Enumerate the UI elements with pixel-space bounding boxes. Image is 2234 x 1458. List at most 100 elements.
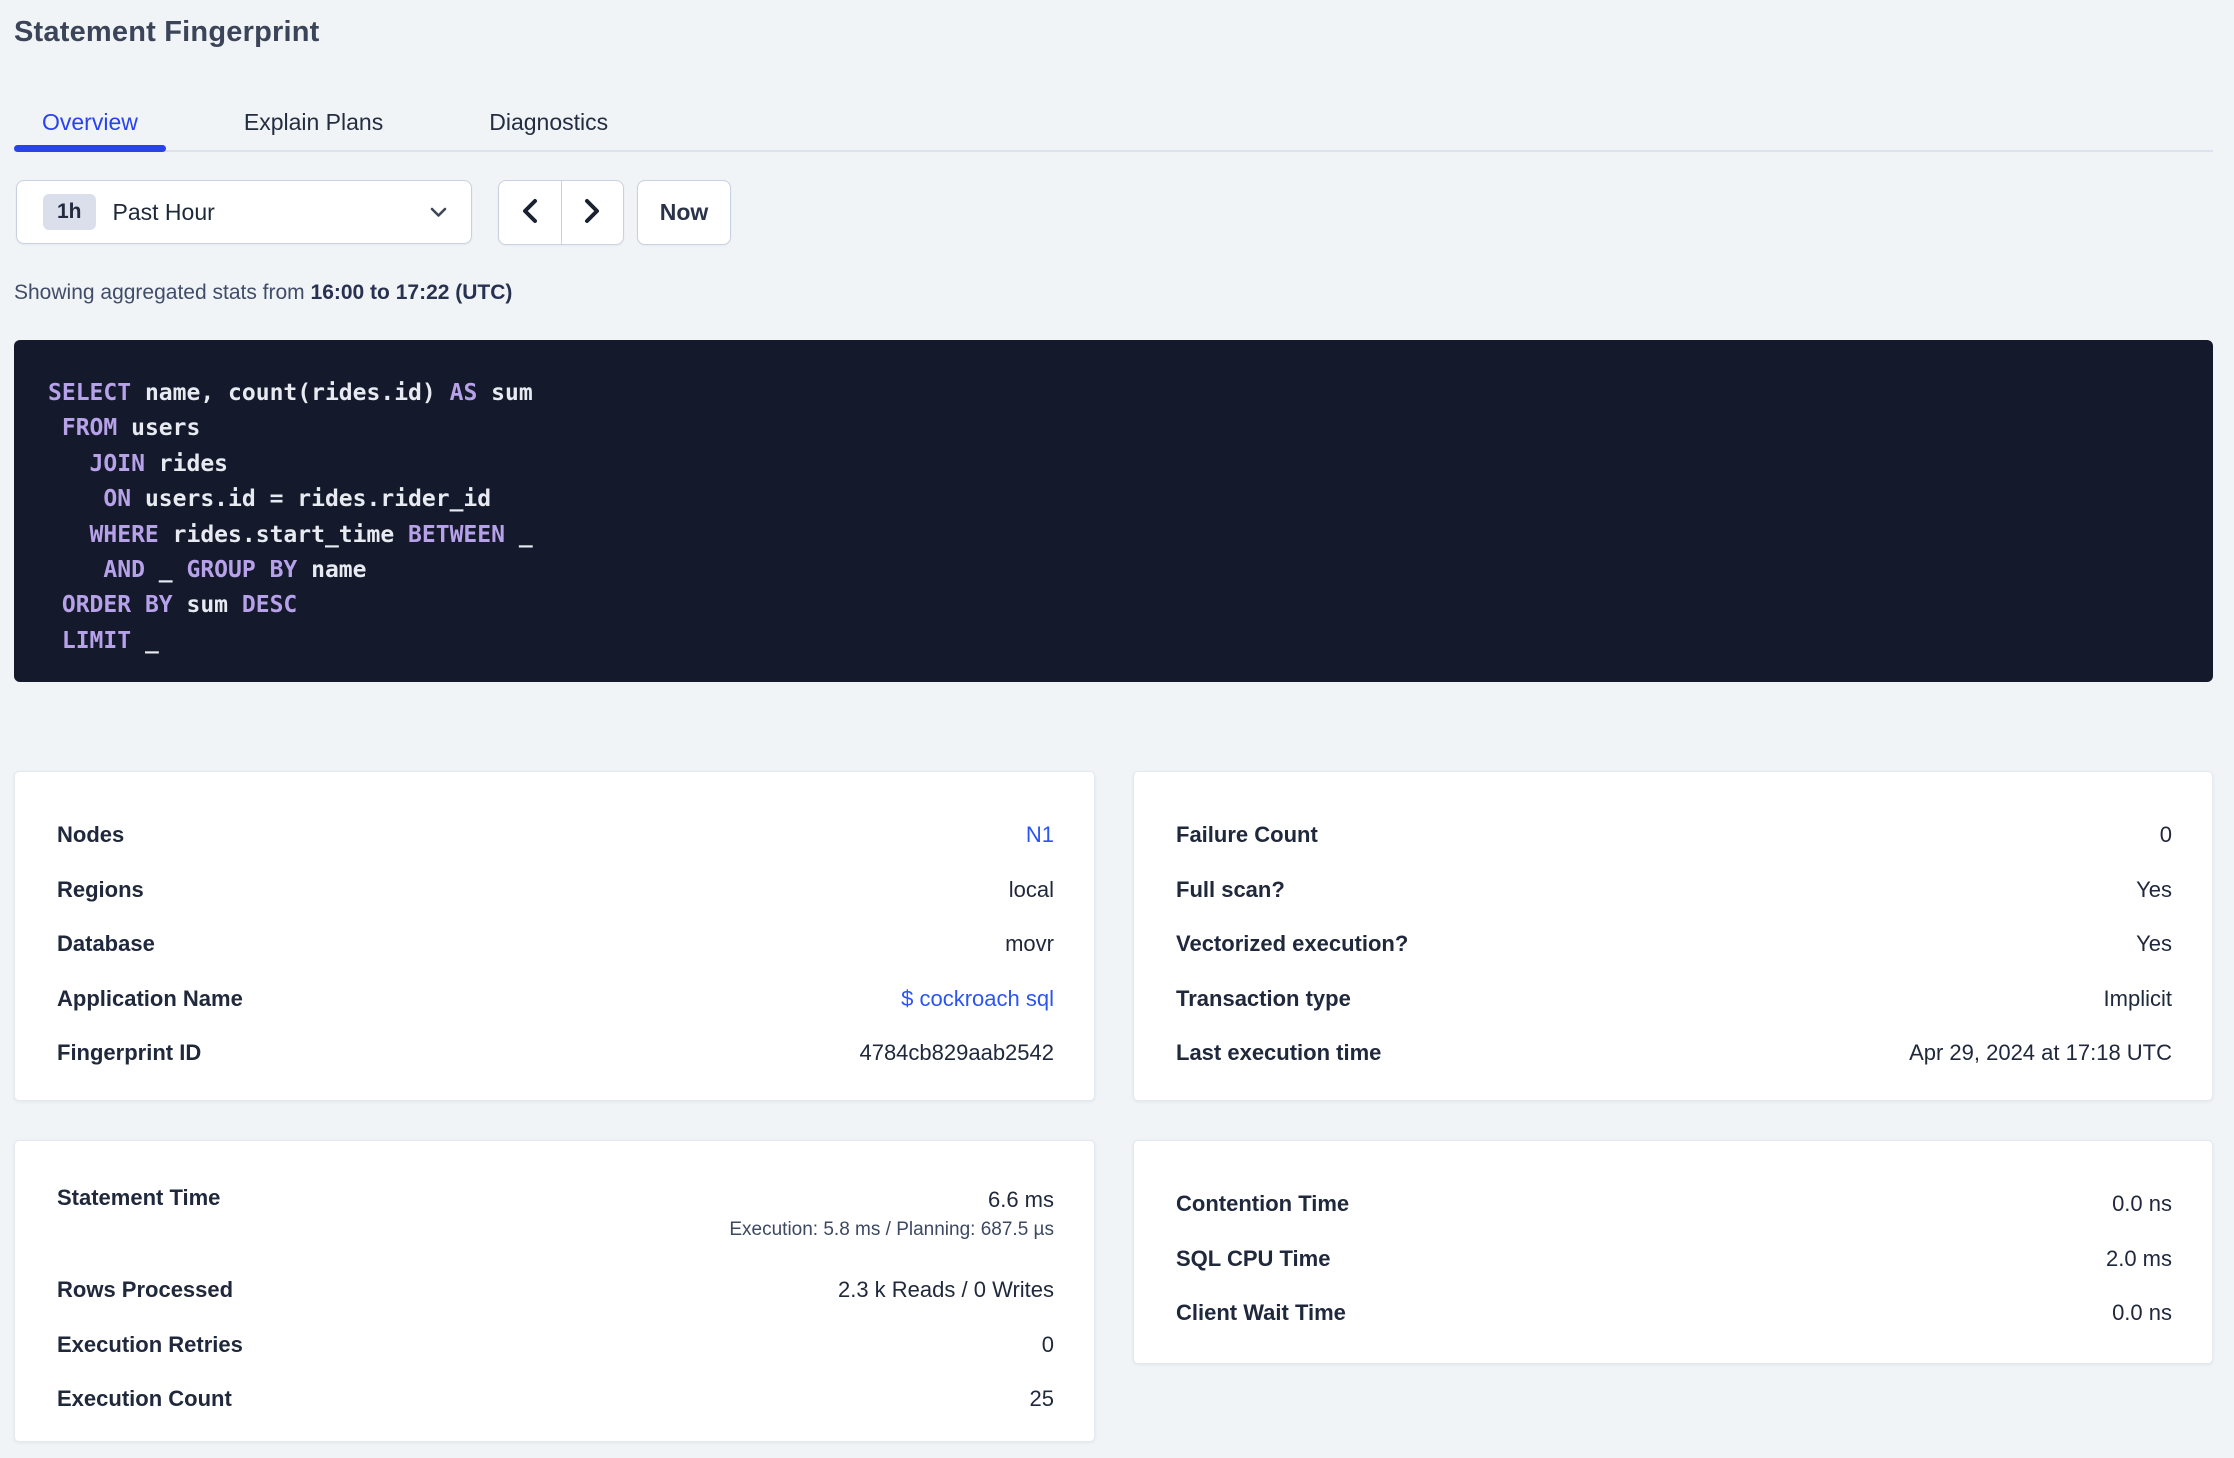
row-value: 2.0 ms: [2105, 1245, 2172, 1271]
previous-time-interval-button[interactable]: [499, 181, 562, 244]
sql-token-keyword: FROM: [61, 415, 118, 442]
summary-row: Vectorized execution? Yes: [1176, 917, 2172, 972]
row-label: Last execution time: [1176, 1040, 1382, 1066]
row-value: 2.3 k Reads / 0 Writes: [837, 1277, 1054, 1303]
sql-token-keyword: BETWEEN: [408, 521, 505, 548]
sql-line: JOIN rides: [48, 447, 2179, 482]
row-label: Regions: [57, 876, 144, 902]
statement-details-card: Nodes N1 Regions local Database movr Applicati…: [14, 771, 1095, 1101]
summary-row: Last execution time Apr 29, 2024 at 17:18…: [1176, 1026, 2172, 1081]
summary-row: Fingerprint ID 4784cb829aab2542: [57, 1026, 1054, 1081]
sql-token-text: sum: [477, 380, 533, 406]
sql-line: FROM users: [48, 411, 2179, 446]
sql-token-text: [48, 415, 62, 441]
sql-token-text: sum: [172, 592, 242, 619]
chevron-right-icon: [581, 196, 603, 229]
sql-token-keyword: GROUP BY: [186, 557, 298, 584]
next-time-interval-button[interactable]: [562, 181, 624, 244]
sql-token-keyword: ORDER BY: [61, 592, 173, 619]
sql-token-keyword: SELECT: [48, 380, 132, 406]
app-name-link[interactable]: $ cockroach sql: [901, 986, 1054, 1012]
sql-token-text: [48, 628, 62, 654]
time-range-badge: 1h: [43, 194, 96, 230]
summary-row: Rows Processed 2.3 k Reads / 0 Writes: [57, 1263, 1054, 1318]
time-interval-arrows: [498, 180, 624, 245]
row-value: 0.0 ns: [2112, 1191, 2172, 1217]
row-value: 6.6 ms: [987, 1187, 1054, 1212]
row-label: Transaction type: [1176, 985, 1351, 1011]
sql-token-text: [48, 557, 103, 583]
row-label: Rows Processed: [57, 1277, 234, 1303]
row-label: Database: [57, 931, 155, 957]
chevron-down-icon: [430, 207, 447, 218]
summary-row: Database movr: [57, 917, 1054, 972]
nodes-link[interactable]: N1: [1026, 822, 1054, 848]
sql-line: WHERE rides.start_time BETWEEN _: [48, 518, 2179, 553]
row-value: 4784cb829aab2542: [859, 1040, 1054, 1066]
tab-overview[interactable]: Overview: [14, 96, 166, 152]
summary-row: Execution Count 25: [57, 1372, 1054, 1427]
sql-statement-box: SELECT name, count(rides.id) AS sum FROM…: [14, 340, 2213, 682]
execution-attributes-card: Failure Count 0 Full scan? Yes Vectorized ex…: [1133, 771, 2213, 1101]
sql-line: LIMIT _: [48, 624, 2179, 659]
row-label: Execution Count: [57, 1386, 232, 1412]
sql-token-text: [48, 486, 103, 512]
row-label: Statement Time: [57, 1185, 221, 1210]
sql-token-text: name: [297, 557, 367, 584]
aggregated-stats-text: Showing aggregated stats from 16:00 to 1…: [14, 281, 512, 305]
row-label: Full scan?: [1176, 876, 1285, 902]
row-value: local: [1008, 876, 1054, 902]
wait-time-card: Contention Time 0.0 ns SQL CPU Time 2.0 ms C…: [1133, 1140, 2213, 1364]
row-label: Application Name: [57, 985, 243, 1011]
aggregated-stats-prefix: Showing aggregated stats from: [14, 281, 311, 304]
row-value: 0: [2159, 822, 2172, 848]
sql-token-text: rides.start_time: [158, 521, 409, 548]
row-label: Fingerprint ID: [57, 1040, 202, 1066]
row-value: Implicit: [2103, 985, 2172, 1011]
sql-token-text: rides: [144, 450, 229, 477]
summary-row: Failure Count 0: [1176, 808, 2172, 863]
sql-token-text: [48, 522, 90, 548]
summary-row: Regions local: [57, 863, 1054, 918]
sql-token-text: _: [131, 627, 159, 654]
sql-token-text: _: [504, 521, 533, 548]
statement-timing-card: Statement Time 6.6 ms Execution: 5.8 ms / …: [14, 1140, 1095, 1442]
now-button[interactable]: Now: [637, 180, 731, 245]
sql-token-text: users.id = rides.rider_id: [131, 486, 492, 513]
sql-token-keyword: AND: [103, 557, 145, 584]
sql-token-text: _: [144, 557, 187, 584]
tab-bar: Overview Explain Plans Diagnostics: [14, 96, 2213, 152]
sql-line: SELECT name, count(rides.id) AS sum: [48, 376, 2179, 411]
summary-row: Execution Retries 0: [57, 1318, 1054, 1373]
row-label: Client Wait Time: [1176, 1300, 1346, 1326]
sql-token-keyword: AS: [449, 380, 478, 406]
sql-token-keyword: ON: [103, 486, 132, 513]
aggregated-stats-range: 16:00 to 17:22 (UTC): [310, 281, 513, 304]
sql-token-keyword: LIMIT: [61, 627, 132, 654]
row-label: Nodes: [57, 822, 125, 848]
row-value: 25: [1029, 1386, 1054, 1412]
sql-token-text: [48, 592, 62, 618]
tab-explain-plans[interactable]: Explain Plans: [216, 96, 411, 150]
summary-row: Full scan? Yes: [1176, 863, 2172, 918]
sql-token-keyword: WHERE: [89, 521, 159, 548]
row-label: SQL CPU Time: [1176, 1245, 1331, 1271]
row-value-detail: Execution: 5.8 ms / Planning: 687.5 µs: [729, 1219, 1054, 1240]
sql-token-keyword: DESC: [241, 592, 298, 619]
row-value: Yes: [2136, 931, 2172, 957]
tab-diagnostics[interactable]: Diagnostics: [461, 96, 636, 150]
sql-token-keyword: JOIN: [89, 450, 145, 477]
summary-row: Client Wait Time 0.0 ns: [1176, 1286, 2172, 1341]
time-range-dropdown[interactable]: 1h Past Hour: [16, 180, 472, 244]
summary-row: Transaction type Implicit: [1176, 972, 2172, 1027]
row-label: Execution Retries: [57, 1331, 243, 1357]
row-label: Vectorized execution?: [1176, 931, 1409, 957]
sql-token-text: [48, 451, 90, 477]
sql-line: AND _ GROUP BY name: [48, 553, 2179, 588]
summary-row: Application Name $ cockroach sql: [57, 972, 1054, 1027]
chevron-left-icon: [519, 196, 541, 229]
summary-row: Contention Time 0.0 ns: [1176, 1177, 2172, 1232]
row-value: Yes: [2136, 876, 2172, 902]
row-value-stack: 6.6 ms Execution: 5.8 ms / Planning: 687.…: [729, 1185, 1054, 1245]
row-label: Failure Count: [1176, 822, 1318, 848]
